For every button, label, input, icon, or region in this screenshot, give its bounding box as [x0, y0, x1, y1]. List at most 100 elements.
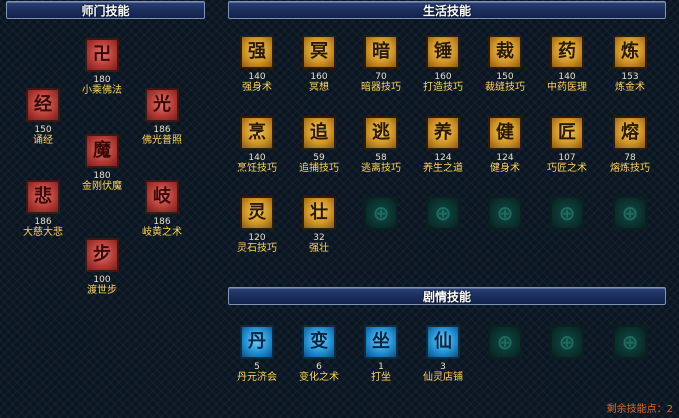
skill-icon[interactable]: 烹	[240, 116, 274, 150]
skill-name: 健身术	[490, 163, 520, 174]
skill-icon[interactable]: 暗	[364, 35, 398, 69]
skill-icon[interactable]: 悲	[26, 180, 60, 214]
skill-xiaocheng-fofa[interactable]: 卍 180 小乘佛法	[72, 38, 132, 97]
skill-name: 打坐	[371, 372, 391, 383]
skill-icon[interactable]: 壮	[302, 196, 336, 230]
skill-xianling-dianpu[interactable]: 仙 3 仙灵店铺	[413, 325, 473, 384]
skill-name: 巧匠之术	[547, 163, 587, 174]
skill-level: 100	[93, 275, 111, 285]
skill-level: 186	[153, 125, 171, 135]
skill-icon[interactable]: 岐	[145, 180, 179, 214]
skill-icon[interactable]: 炼	[613, 35, 647, 69]
skill-ronglian-jiqiao[interactable]: 熔 78 熔炼技巧	[600, 116, 660, 175]
skill-icon[interactable]: 步	[85, 238, 119, 272]
skill-pengren-jiqiao[interactable]: 烹 140 烹饪技巧	[227, 116, 287, 175]
skill-dazuo[interactable]: 坐 1 打坐	[351, 325, 411, 384]
skill-name: 仙灵店铺	[423, 372, 463, 383]
empty-skill-slot[interactable]: ⊕	[600, 196, 660, 230]
empty-slot-icon[interactable]: ⊕	[488, 196, 522, 230]
skill-level: 180	[93, 75, 111, 85]
skill-icon[interactable]: 变	[302, 325, 336, 359]
skill-jianshenshu[interactable]: 健 124 健身术	[475, 116, 535, 175]
skill-icon[interactable]: 健	[488, 116, 522, 150]
skill-icon[interactable]: 裁	[488, 35, 522, 69]
skill-level: 59	[313, 153, 325, 163]
skill-name: 追捕技巧	[299, 163, 339, 174]
skill-level: 70	[375, 72, 387, 82]
skill-qiaojiang-zhishu[interactable]: 匠 107 巧匠之术	[537, 116, 597, 175]
empty-slot-icon[interactable]: ⊕	[488, 325, 522, 359]
skill-name: 渡世步	[87, 285, 117, 296]
empty-skill-slot[interactable]: ⊕	[413, 196, 473, 230]
skill-lingshi-jiqiao[interactable]: 灵 120 灵石技巧	[227, 196, 287, 255]
skill-icon[interactable]: 养	[426, 116, 460, 150]
empty-slot-icon[interactable]: ⊕	[613, 325, 647, 359]
skill-songjing[interactable]: 经 150 诵经	[13, 88, 73, 147]
skill-icon[interactable]: 经	[26, 88, 60, 122]
empty-slot-icon[interactable]: ⊕	[426, 196, 460, 230]
skill-danyuan-jihui[interactable]: 丹 5 丹元济会	[227, 325, 287, 384]
skill-icon[interactable]: 逃	[364, 116, 398, 150]
skill-icon[interactable]: 熔	[613, 116, 647, 150]
skill-dazao-jiqiao[interactable]: 锤 160 打造技巧	[413, 35, 473, 94]
skill-level: 124	[434, 153, 452, 163]
skill-level: 1	[378, 362, 384, 372]
skill-qihuang-zhishu[interactable]: 岐 186 岐黄之术	[132, 180, 192, 239]
skill-level: 180	[93, 171, 111, 181]
skill-icon[interactable]: 锤	[426, 35, 460, 69]
skill-level: 107	[558, 153, 576, 163]
skill-name: 强壮	[309, 243, 329, 254]
skill-icon[interactable]: 卍	[85, 38, 119, 72]
skill-anqi-jiqiao[interactable]: 暗 70 暗器技巧	[351, 35, 411, 94]
empty-slot-icon[interactable]: ⊕	[550, 196, 584, 230]
skill-icon[interactable]: 魔	[85, 134, 119, 168]
skill-foguang-puzhao[interactable]: 光 186 佛光普照	[132, 88, 192, 147]
skill-icon[interactable]: 强	[240, 35, 274, 69]
skill-name: 烹饪技巧	[237, 163, 277, 174]
skill-icon[interactable]: 冥	[302, 35, 336, 69]
empty-skill-slot[interactable]: ⊕	[600, 325, 660, 359]
skill-level: 160	[310, 72, 328, 82]
skill-level: 140	[248, 153, 266, 163]
skill-icon[interactable]: 灵	[240, 196, 274, 230]
skill-level: 150	[34, 125, 52, 135]
skill-level: 58	[375, 153, 387, 163]
skill-name: 裁缝技巧	[485, 82, 525, 93]
empty-slot-icon[interactable]: ⊕	[613, 196, 647, 230]
skill-qiangshenshu[interactable]: 强 140 强身术	[227, 35, 287, 94]
skill-level: 5	[254, 362, 260, 372]
empty-slot-icon[interactable]: ⊕	[364, 196, 398, 230]
skill-zhuibu-jiqiao[interactable]: 追 59 追捕技巧	[289, 116, 349, 175]
empty-skill-slot[interactable]: ⊕	[351, 196, 411, 230]
skill-icon[interactable]: 丹	[240, 325, 274, 359]
skill-jingang-fumo[interactable]: 魔 180 金刚伏魔	[72, 134, 132, 193]
skill-icon[interactable]: 光	[145, 88, 179, 122]
skill-qiangzhuang[interactable]: 壮 32 强壮	[289, 196, 349, 255]
empty-skill-slot[interactable]: ⊕	[537, 196, 597, 230]
skill-level: 140	[558, 72, 576, 82]
empty-skill-slot[interactable]: ⊕	[475, 196, 535, 230]
empty-slot-icon[interactable]: ⊕	[550, 325, 584, 359]
skill-name: 岐黄之术	[142, 227, 182, 238]
skill-name: 佛光普照	[142, 135, 182, 146]
skill-icon[interactable]: 追	[302, 116, 336, 150]
skill-bianhua-zhishu[interactable]: 变 6 变化之术	[289, 325, 349, 384]
skill-icon[interactable]: 匠	[550, 116, 584, 150]
skill-level: 186	[34, 217, 52, 227]
skill-taoli-jiqiao[interactable]: 逃 58 逃离技巧	[351, 116, 411, 175]
skill-daci-dabei[interactable]: 悲 186 大慈大悲	[13, 180, 73, 239]
skill-yangsheng-zhidao[interactable]: 养 124 养生之道	[413, 116, 473, 175]
skill-zhongyao-yili[interactable]: 药 140 中药医理	[537, 35, 597, 94]
skill-icon[interactable]: 仙	[426, 325, 460, 359]
skill-dushibu[interactable]: 步 100 渡世步	[72, 238, 132, 297]
skill-name: 冥想	[309, 82, 329, 93]
skill-icon[interactable]: 坐	[364, 325, 398, 359]
skill-caifeng-jiqiao[interactable]: 裁 150 裁缝技巧	[475, 35, 535, 94]
empty-skill-slot[interactable]: ⊕	[475, 325, 535, 359]
skill-lianjinshu[interactable]: 炼 153 炼金术	[600, 35, 660, 94]
empty-skill-slot[interactable]: ⊕	[537, 325, 597, 359]
skill-name: 变化之术	[299, 372, 339, 383]
skill-level: 160	[434, 72, 452, 82]
skill-icon[interactable]: 药	[550, 35, 584, 69]
skill-mingxiang[interactable]: 冥 160 冥想	[289, 35, 349, 94]
